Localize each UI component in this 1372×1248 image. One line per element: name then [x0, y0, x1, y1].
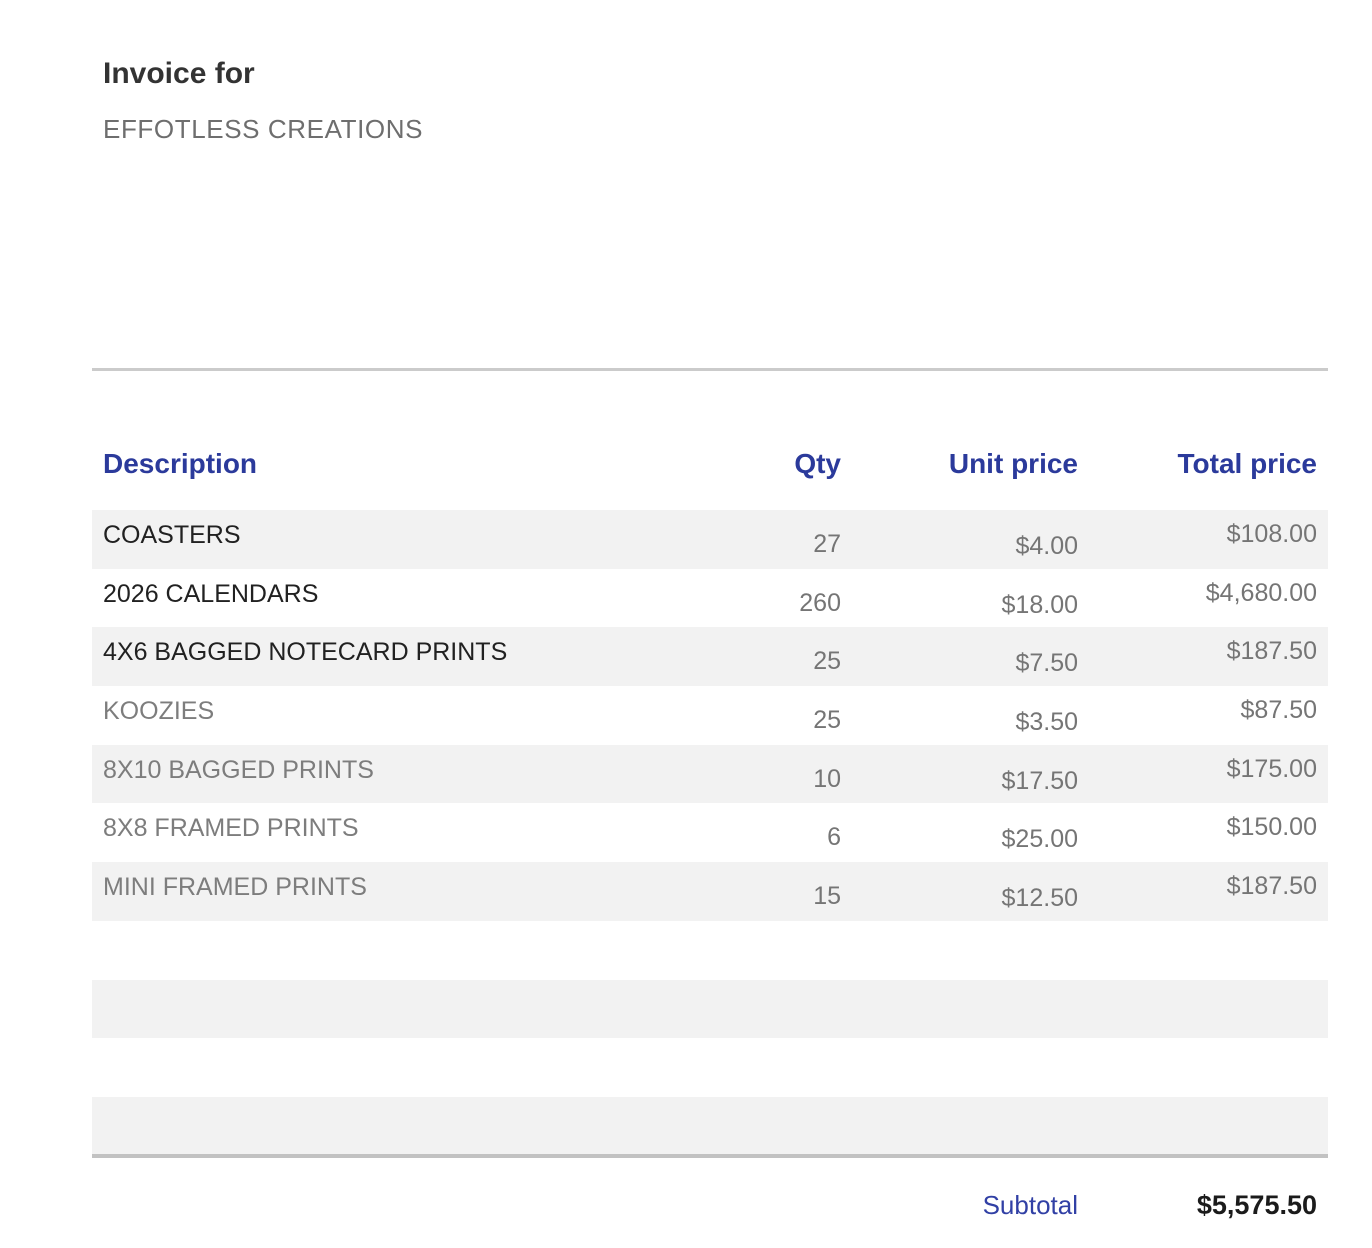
cell-description: 2026 CALENDARS — [92, 569, 651, 628]
table-row: 2026 CALENDARS 260 $18.00 $4,680.00 — [92, 569, 1328, 628]
cell-total-price: $150.00 — [1078, 803, 1328, 862]
table-header-row: Description Qty Unit price Total price — [92, 430, 1328, 510]
cell-qty: 15 — [651, 862, 841, 921]
cell-total-price: $187.50 — [1078, 862, 1328, 921]
cell-qty: 6 — [651, 803, 841, 862]
cell-unit-price: $18.00 — [841, 569, 1078, 628]
cell-unit-price: $7.50 — [841, 627, 1078, 686]
table-row: COASTERS 27 $4.00 $108.00 — [92, 510, 1328, 569]
subtotal-value: $5,575.50 — [1197, 1188, 1317, 1222]
cell-description: 8X10 BAGGED PRINTS — [92, 745, 651, 804]
invoice-customer-name: EFFOTLESS CREATIONS — [103, 114, 423, 144]
header-divider — [92, 368, 1328, 371]
cell-qty: 25 — [651, 627, 841, 686]
cell-total-price: $187.50 — [1078, 627, 1328, 686]
cell-total-price: $108.00 — [1078, 510, 1328, 569]
subtotal-row: Subtotal $5,575.50 — [92, 1188, 1328, 1228]
empty-row — [92, 921, 1328, 980]
column-header-description: Description — [92, 430, 651, 510]
table-row: KOOZIES 25 $3.50 $87.50 — [92, 686, 1328, 745]
empty-row — [92, 980, 1328, 1039]
table-bottom-divider — [92, 1154, 1328, 1158]
table-row: MINI FRAMED PRINTS 15 $12.50 $187.50 — [92, 862, 1328, 921]
column-header-unit-price: Unit price — [841, 430, 1078, 510]
cell-unit-price: $25.00 — [841, 803, 1078, 862]
cell-description: KOOZIES — [92, 686, 651, 745]
column-header-total-price: Total price — [1078, 430, 1328, 510]
cell-total-price: $87.50 — [1078, 686, 1328, 745]
cell-unit-price: $17.50 — [841, 745, 1078, 804]
cell-qty: 10 — [651, 745, 841, 804]
cell-total-price: $4,680.00 — [1078, 569, 1328, 628]
cell-unit-price: $4.00 — [841, 510, 1078, 569]
cell-unit-price: $12.50 — [841, 862, 1078, 921]
invoice-header: Invoice for EFFOTLESS CREATIONS — [103, 56, 423, 144]
column-header-qty: Qty — [651, 430, 841, 510]
invoice-page: Invoice for EFFOTLESS CREATIONS Descript… — [0, 0, 1372, 1248]
cell-qty: 27 — [651, 510, 841, 569]
empty-row — [92, 1038, 1328, 1097]
subtotal-label: Subtotal — [983, 1188, 1078, 1222]
cell-description: COASTERS — [92, 510, 651, 569]
table-row: 4X6 BAGGED NOTECARD PRINTS 25 $7.50 $187… — [92, 627, 1328, 686]
table-row: 8X10 BAGGED PRINTS 10 $17.50 $175.00 — [92, 745, 1328, 804]
cell-unit-price: $3.50 — [841, 686, 1078, 745]
cell-description: MINI FRAMED PRINTS — [92, 862, 651, 921]
cell-qty: 260 — [651, 569, 841, 628]
line-items-table: Description Qty Unit price Total price C… — [92, 430, 1328, 1156]
table-row: 8X8 FRAMED PRINTS 6 $25.00 $150.00 — [92, 803, 1328, 862]
cell-total-price: $175.00 — [1078, 745, 1328, 804]
empty-row — [92, 1097, 1328, 1156]
cell-description: 8X8 FRAMED PRINTS — [92, 803, 651, 862]
invoice-title: Invoice for — [103, 56, 423, 92]
cell-qty: 25 — [651, 686, 841, 745]
cell-description: 4X6 BAGGED NOTECARD PRINTS — [92, 627, 651, 686]
